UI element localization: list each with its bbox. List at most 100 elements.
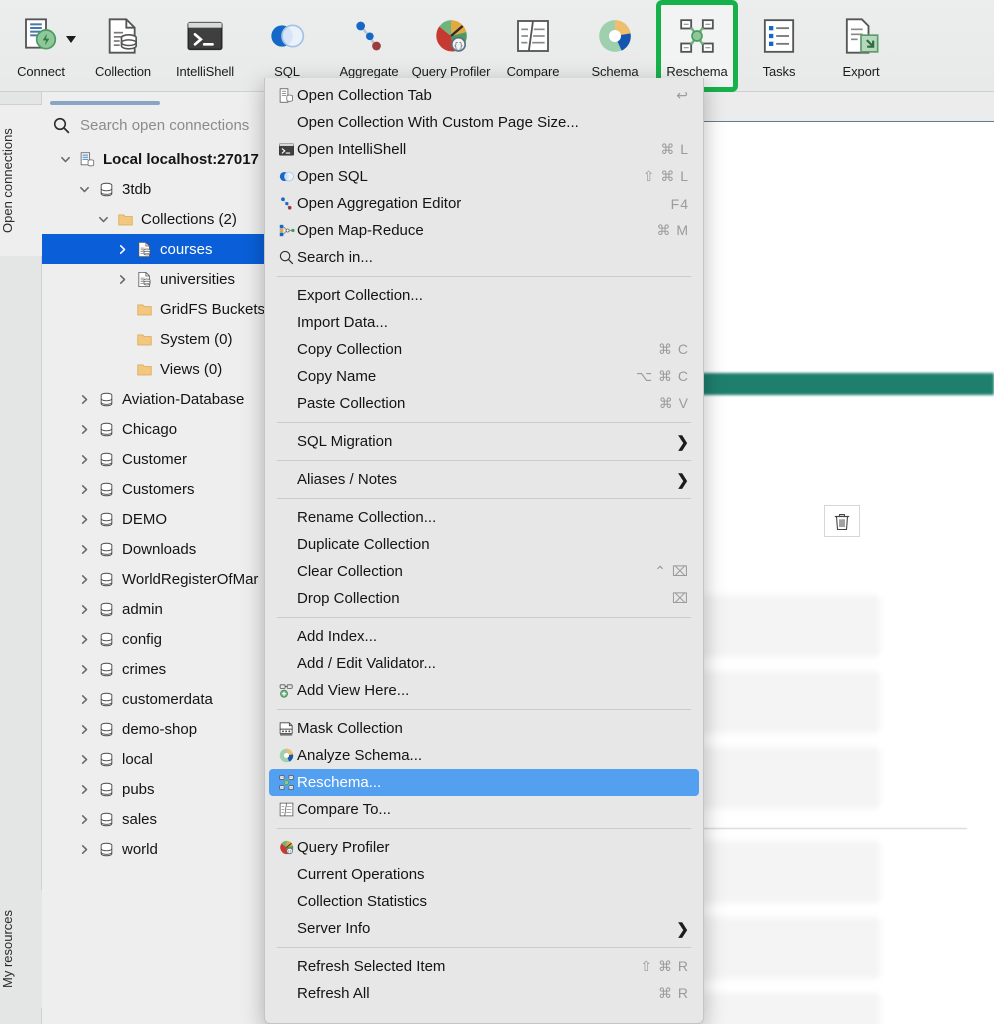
tree-item-label: world [122, 840, 158, 858]
rail-tab-my-resources[interactable]: My resources [0, 890, 42, 1008]
menu-item-reschema[interactable]: Reschema... [269, 769, 699, 796]
toolbar-button-intellishell[interactable]: IntelliShell [164, 0, 246, 88]
menu-item-server-info[interactable]: Server Info ❯ [265, 915, 703, 942]
menu-item-query-profiler[interactable]: {} Query Profiler [265, 834, 703, 861]
menu-item-analyze-schema[interactable]: Analyze Schema... [265, 742, 703, 769]
chevron-right-icon[interactable] [115, 274, 129, 285]
chevron-right-icon[interactable] [77, 814, 91, 825]
menu-item-label: Reschema... [297, 774, 382, 791]
chevron-right-icon[interactable] [77, 754, 91, 765]
menu-item-compare-to[interactable]: Compare To... [265, 796, 703, 823]
compare-icon [513, 10, 553, 62]
menu-item-add-edit-validator[interactable]: Add / Edit Validator... [265, 650, 703, 677]
chevron-right-icon[interactable] [77, 694, 91, 705]
menu-item-refresh-selected-item[interactable]: Refresh Selected Item ⇧ ⌘ R [265, 953, 703, 980]
sql-icon [267, 10, 307, 62]
menu-item-open-map-reduce[interactable]: Open Map-Reduce ⌘ M [265, 217, 703, 244]
chevron-down-icon[interactable] [58, 154, 72, 165]
menu-item-label: Open Collection With Custom Page Size... [297, 114, 579, 131]
menu-item-open-collection-tab[interactable]: Open Collection Tab ↩ [265, 82, 703, 109]
toolbar-button-schema[interactable]: Schema [574, 0, 656, 88]
menu-separator [277, 498, 691, 499]
menu-item-label: Open Collection Tab [297, 87, 432, 104]
collection-icon [135, 241, 154, 258]
menu-item-sql-migration[interactable]: SQL Migration ❯ [265, 428, 703, 455]
chevron-right-icon[interactable] [77, 634, 91, 645]
menu-item-paste-collection[interactable]: Paste Collection ⌘ V [265, 390, 703, 417]
database-icon [97, 691, 116, 708]
menu-item-copy-collection[interactable]: Copy Collection ⌘ C [265, 336, 703, 363]
chevron-right-icon[interactable] [77, 544, 91, 555]
chevron-right-icon[interactable] [77, 454, 91, 465]
menu-item-clear-collection[interactable]: Clear Collection ⌃ ⌧ [265, 558, 703, 585]
menu-item-export-collection[interactable]: Export Collection... [265, 282, 703, 309]
search-input[interactable] [80, 116, 290, 134]
toolbar-button-export[interactable]: Export [820, 0, 902, 88]
menu-item-refresh-all[interactable]: Refresh All ⌘ R [265, 980, 703, 1007]
delete-button[interactable] [824, 505, 860, 537]
query-profiler-icon: {} [431, 10, 471, 62]
menu-item-label: Rename Collection... [297, 509, 437, 526]
chevron-down-icon[interactable] [66, 36, 76, 43]
menu-item-current-operations[interactable]: Current Operations [265, 861, 703, 888]
chevron-down-icon[interactable] [96, 214, 110, 225]
chevron-right-icon[interactable] [77, 844, 91, 855]
chevron-right-icon[interactable] [77, 724, 91, 735]
toolbar-button-sql[interactable]: SQL [246, 0, 328, 88]
menu-separator [277, 276, 691, 277]
toolbar-button-tasks[interactable]: Tasks [738, 0, 820, 88]
tree-item-label: admin [122, 600, 163, 618]
menu-item-open-sql[interactable]: Open SQL ⇧ ⌘ L [265, 163, 703, 190]
chevron-right-icon[interactable] [77, 574, 91, 585]
toolbar-button-aggregate[interactable]: Aggregate [328, 0, 410, 88]
trash-icon [834, 513, 850, 530]
menu-item-search-in[interactable]: Search in... [265, 244, 703, 271]
toolbar-button-compare[interactable]: Compare [492, 0, 574, 88]
chevron-right-icon[interactable] [115, 244, 129, 255]
toolbar-button-collection[interactable]: Collection [82, 0, 164, 88]
collection-icon [135, 271, 154, 288]
database-icon [97, 661, 116, 678]
chevron-right-icon[interactable] [77, 664, 91, 675]
chevron-down-icon[interactable] [77, 184, 91, 195]
menu-item-drop-collection[interactable]: Drop Collection ⌧ [265, 585, 703, 612]
tasks-icon [759, 10, 799, 62]
menu-item-label: Open Aggregation Editor [297, 195, 462, 212]
menu-item-shortcut: ⌘ M [656, 222, 689, 238]
menu-item-open-collection-with-custom-page-size[interactable]: Open Collection With Custom Page Size... [265, 109, 703, 136]
menu-item-import-data[interactable]: Import Data... [265, 309, 703, 336]
menu-item-aliases-notes[interactable]: Aliases / Notes ❯ [265, 466, 703, 493]
menu-item-rename-collection[interactable]: Rename Collection... [265, 504, 703, 531]
menu-item-collection-statistics[interactable]: Collection Statistics [265, 888, 703, 915]
menu-item-add-view-here[interactable]: Add View Here... [265, 677, 703, 704]
menu-item-label: Open IntelliShell [297, 141, 407, 158]
toolbar-button-connect[interactable]: Connect [0, 0, 82, 88]
rail-tab-open-connections[interactable]: Open connections [0, 104, 42, 256]
menu-item-add-index[interactable]: Add Index... [265, 623, 703, 650]
toolbar-button-label: Compare [506, 64, 560, 79]
chevron-right-icon[interactable] [77, 424, 91, 435]
menu-item-duplicate-collection[interactable]: Duplicate Collection [265, 531, 703, 558]
menu-item-open-intellishell[interactable]: Open IntelliShell ⌘ L [265, 136, 703, 163]
chevron-right-icon[interactable] [77, 484, 91, 495]
export-icon [841, 10, 881, 62]
chevron-right-icon[interactable] [77, 394, 91, 405]
chevron-right-icon[interactable] [77, 784, 91, 795]
toolbar-button-query-profiler[interactable]: {} Query Profiler [410, 0, 492, 88]
toolbar-button-label: Reschema [666, 64, 728, 79]
menu-item-open-aggregation-editor[interactable]: Open Aggregation Editor F4 [265, 190, 703, 217]
reschema-icon [275, 774, 297, 791]
chevron-right-icon[interactable] [77, 604, 91, 615]
menu-item-shortcut: ⌘ R [658, 985, 689, 1001]
compare-icon [275, 801, 297, 818]
database-icon [97, 721, 116, 738]
menu-item-copy-name[interactable]: Copy Name ⌥ ⌘ C [265, 363, 703, 390]
chevron-right-icon[interactable] [77, 514, 91, 525]
tree-item-label: WorldRegisterOfMar [122, 570, 259, 588]
menu-item-shortcut: ⇧ ⌘ L [642, 168, 689, 184]
menu-item-label: Copy Name [297, 368, 377, 385]
collection-tab-icon [275, 87, 297, 104]
menu-item-mask-collection[interactable]: Mask Collection [265, 715, 703, 742]
connect-icon [21, 10, 61, 62]
menu-item-label: Refresh Selected Item [297, 958, 446, 975]
